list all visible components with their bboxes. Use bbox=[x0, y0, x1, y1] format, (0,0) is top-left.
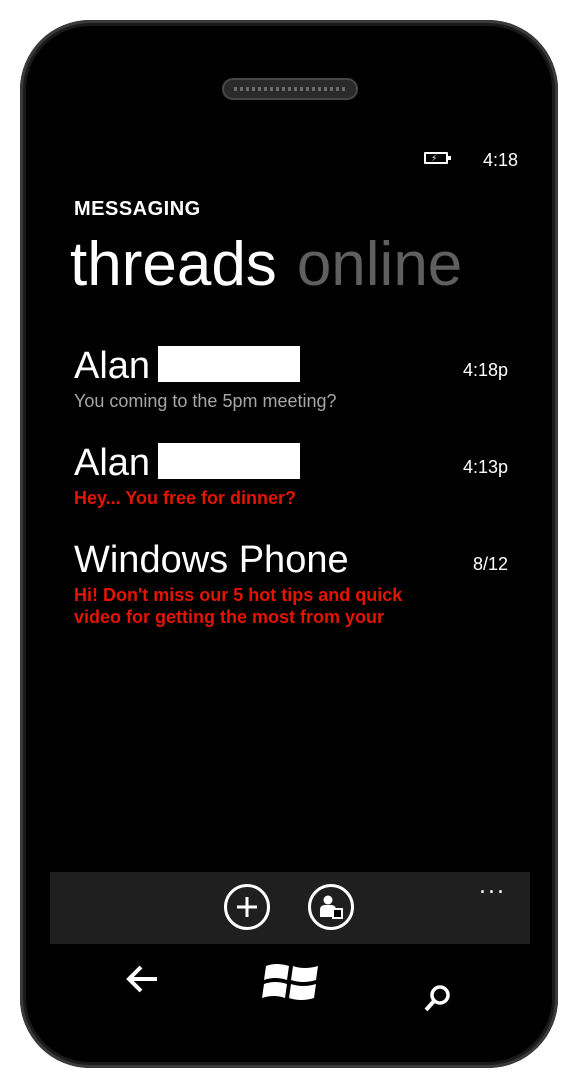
thread-preview-line: video for getting the most from your bbox=[74, 607, 385, 627]
search-icon[interactable] bbox=[422, 982, 454, 1014]
pivot-item-threads[interactable]: threads bbox=[70, 230, 277, 299]
person-status-icon bbox=[320, 895, 343, 919]
pivot-header: threads online bbox=[70, 224, 462, 306]
pivot-item-online[interactable]: online bbox=[297, 230, 462, 299]
screen: ⚡ 4:18 MESSAGING threads online Alan 4:18… bbox=[50, 128, 530, 944]
battery-charging-icon: ⚡ bbox=[424, 152, 451, 164]
new-message-button[interactable] bbox=[224, 884, 270, 930]
thread-sender: Windows Phone bbox=[74, 539, 349, 581]
speaker-grille bbox=[222, 78, 358, 100]
thread-preview-line: Hi! Don't miss our 5 hot tips and quick bbox=[74, 585, 403, 605]
redaction-box bbox=[158, 443, 301, 479]
app-title: MESSAGING bbox=[74, 198, 201, 220]
status-time: 4:18 bbox=[482, 150, 518, 170]
thread-time: 8/12 bbox=[472, 554, 508, 574]
redaction-box bbox=[158, 346, 301, 382]
windows-start-icon[interactable] bbox=[262, 958, 320, 1006]
plus-icon bbox=[237, 897, 257, 917]
thread-item[interactable]: Alan 4:13p Hey... You free for dinner? bbox=[74, 441, 514, 509]
thread-time: 4:18p bbox=[462, 360, 508, 380]
back-icon[interactable] bbox=[126, 964, 160, 994]
thread-sender: Alan bbox=[74, 345, 151, 387]
thread-sender: Alan bbox=[74, 442, 151, 484]
set-status-button[interactable] bbox=[308, 884, 354, 930]
thread-time: 4:13p bbox=[462, 457, 508, 477]
app-bar: ... bbox=[50, 872, 530, 944]
more-options-button[interactable]: ... bbox=[479, 874, 506, 899]
thread-preview: Hey... You free for dinner? bbox=[74, 488, 297, 508]
thread-preview: Hi! Don't miss our 5 hot tips and quick … bbox=[74, 584, 514, 628]
thread-preview: You coming to the 5pm meeting? bbox=[74, 391, 337, 411]
thread-item[interactable]: Alan 4:18p You coming to the 5pm meeting… bbox=[74, 344, 514, 412]
thread-item[interactable]: Windows Phone 8/12 Hi! Don't miss our 5 … bbox=[74, 538, 514, 628]
